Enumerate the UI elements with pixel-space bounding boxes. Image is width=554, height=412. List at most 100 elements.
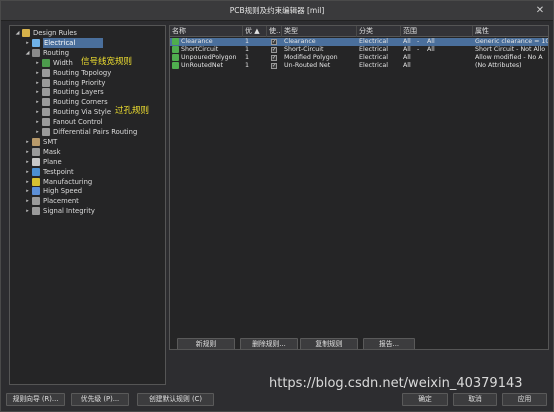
new-rule-button[interactable]: 新规则	[177, 338, 235, 349]
cell-type: Modified Polygon	[284, 54, 338, 61]
enabled-checkbox[interactable]: ✓	[271, 39, 277, 45]
cell-priority: 1	[245, 62, 250, 69]
cell-type: Short-Circuit	[284, 46, 324, 53]
col-enabled[interactable]: 使...	[267, 26, 282, 37]
tree-item-placement[interactable]: ▸ Placement	[24, 196, 79, 206]
table-row[interactable]: UnRoutedNet 1 ✓ Un-Routed Net Electrical All (…	[170, 62, 548, 70]
rule-category-icon	[42, 98, 50, 107]
ok-button[interactable]: 确定	[402, 393, 448, 406]
cell-type: Un-Routed Net	[284, 62, 331, 69]
collapsed-arrow-icon[interactable]: ▸	[24, 177, 31, 187]
col-type[interactable]: 类型	[282, 26, 357, 37]
table-header: 名称 优 ▲ 使... 类型 分类 范围 属性	[170, 26, 548, 37]
tree-item-routing-via-style[interactable]: ▸ Routing Via Style	[34, 107, 111, 117]
rule-category-icon	[32, 147, 40, 156]
tree-item-width[interactable]: ▸ Width	[34, 58, 73, 68]
tree-item-label: High Speed	[43, 187, 83, 196]
cell-attributes: (No Attributes)	[475, 62, 522, 69]
enabled-checkbox[interactable]: ✓	[271, 47, 277, 53]
apply-button[interactable]: 应用	[502, 393, 547, 406]
cell-dash: -	[417, 38, 420, 45]
tree-item-label: Width	[53, 58, 73, 67]
report-button[interactable]: 报告...	[363, 338, 415, 349]
tree-item-label: SMT	[43, 137, 58, 146]
collapsed-arrow-icon[interactable]: ▸	[24, 157, 31, 167]
collapsed-arrow-icon[interactable]: ▸	[34, 58, 41, 68]
col-scope[interactable]: 范围	[401, 26, 473, 37]
enabled-checkbox[interactable]: ✓	[271, 63, 277, 69]
tree-item-design-rules[interactable]: ◢ Design Rules	[14, 28, 77, 38]
rule-icon	[172, 62, 179, 69]
rule-category-icon	[32, 48, 40, 57]
tree-item-high-speed[interactable]: ▸ High Speed	[24, 186, 82, 196]
collapsed-arrow-icon[interactable]: ▸	[24, 147, 31, 157]
tree-item-mask[interactable]: ▸ Mask	[24, 147, 61, 157]
tree-item-routing-corners[interactable]: ▸ Routing Corners	[34, 97, 108, 107]
collapsed-arrow-icon[interactable]: ▸	[34, 78, 41, 88]
tree-item-label: Signal Integrity	[43, 207, 95, 216]
tree-item-electrical[interactable]: ▸ Electrical	[24, 37, 104, 48]
copy-rule-button[interactable]: 复制规则	[300, 338, 358, 349]
cell-priority: 1	[245, 54, 250, 61]
tree-item-routing[interactable]: ◢ Routing	[24, 48, 69, 58]
cell-scope2: All	[427, 46, 435, 53]
tree-item-testpoint[interactable]: ▸ Testpoint	[24, 167, 74, 177]
expanded-arrow-icon[interactable]: ◢	[14, 28, 21, 38]
col-priority[interactable]: 优 ▲	[243, 26, 267, 37]
table-row[interactable]: UnpouredPolygon 1 ✓ Modified Polygon Electri…	[170, 54, 548, 62]
col-name[interactable]: 名称	[170, 26, 243, 37]
table-row[interactable]: ShortCircuit 1 ✓ Short-Circuit Electrical All…	[170, 46, 548, 54]
rule-category-icon	[32, 38, 40, 47]
collapsed-arrow-icon[interactable]: ▸	[34, 87, 41, 97]
tree-item-signal-integrity[interactable]: ▸ Signal Integrity	[24, 206, 95, 216]
tree-item-routing-topology[interactable]: ▸ Routing Topology	[34, 68, 111, 78]
window-title: PCB规则及约束编辑器 [mil]	[229, 6, 325, 15]
col-category[interactable]: 分类	[357, 26, 401, 37]
rules-table: 名称 优 ▲ 使... 类型 分类 范围 属性 Clearance 1 ✓ Clear…	[169, 25, 549, 350]
tree-item-plane[interactable]: ▸ Plane	[24, 157, 62, 167]
collapsed-arrow-icon[interactable]: ▸	[24, 137, 31, 147]
tree-item-routing-priority[interactable]: ▸ Routing Priority	[34, 78, 105, 88]
tree-item-fanout-control[interactable]: ▸ Fanout Control	[34, 117, 103, 127]
tree-item-label: Electrical	[43, 37, 104, 48]
create-default-rules-button[interactable]: 创建默认规则 (C)	[137, 393, 214, 406]
rule-category-icon	[42, 78, 50, 87]
rule-category-icon	[42, 58, 50, 67]
delete-rule-button[interactable]: 删除规则...	[240, 338, 298, 349]
collapsed-arrow-icon[interactable]: ▸	[34, 68, 41, 78]
collapsed-arrow-icon[interactable]: ▸	[24, 186, 31, 196]
collapsed-arrow-icon[interactable]: ▸	[24, 38, 31, 48]
tree-item-smt[interactable]: ▸ SMT	[24, 137, 57, 147]
rule-icon	[172, 46, 179, 53]
collapsed-arrow-icon[interactable]: ▸	[24, 167, 31, 177]
priority-button[interactable]: 优先级 (P)...	[71, 393, 129, 406]
collapsed-arrow-icon[interactable]: ▸	[24, 206, 31, 216]
title-bar[interactable]: PCB规则及约束编辑器 [mil] ✕	[1, 1, 553, 21]
table-row[interactable]: Clearance 1 ✓ Clearance Electrical All - All Gen…	[170, 38, 548, 46]
rule-category-icon	[42, 108, 50, 117]
rule-category-icon	[42, 68, 50, 77]
cancel-button[interactable]: 取消	[453, 393, 497, 406]
tree-item-routing-layers[interactable]: ▸ Routing Layers	[34, 87, 104, 97]
collapsed-arrow-icon[interactable]: ▸	[24, 196, 31, 206]
collapsed-arrow-icon[interactable]: ▸	[34, 97, 41, 107]
cell-attributes: Allow modified - No A	[475, 54, 543, 61]
tree-item-label: Routing	[43, 48, 70, 57]
rule-category-icon	[22, 29, 30, 37]
close-icon[interactable]: ✕	[533, 4, 547, 18]
cell-name: ShortCircuit	[170, 46, 243, 54]
rule-name: Clearance	[181, 38, 213, 45]
collapsed-arrow-icon[interactable]: ▸	[34, 107, 41, 117]
cell-scope1: All	[403, 54, 411, 61]
expanded-arrow-icon[interactable]: ◢	[24, 48, 31, 58]
enabled-checkbox[interactable]: ✓	[271, 55, 277, 61]
tree-item-label: Manufacturing	[43, 177, 93, 186]
cell-priority: 1	[245, 38, 250, 45]
col-attributes[interactable]: 属性	[473, 26, 548, 37]
collapsed-arrow-icon[interactable]: ▸	[34, 117, 41, 127]
collapsed-arrow-icon[interactable]: ▸	[34, 127, 41, 137]
tree-item-manufacturing[interactable]: ▸ Manufacturing	[24, 177, 92, 187]
annotation-width-rule: 信号线宽规则	[81, 57, 133, 67]
rule-wizard-button[interactable]: 规则向导 (R)...	[6, 393, 65, 406]
tree-item-differential-pairs-routing[interactable]: ▸ Differential Pairs Routing	[34, 127, 137, 137]
